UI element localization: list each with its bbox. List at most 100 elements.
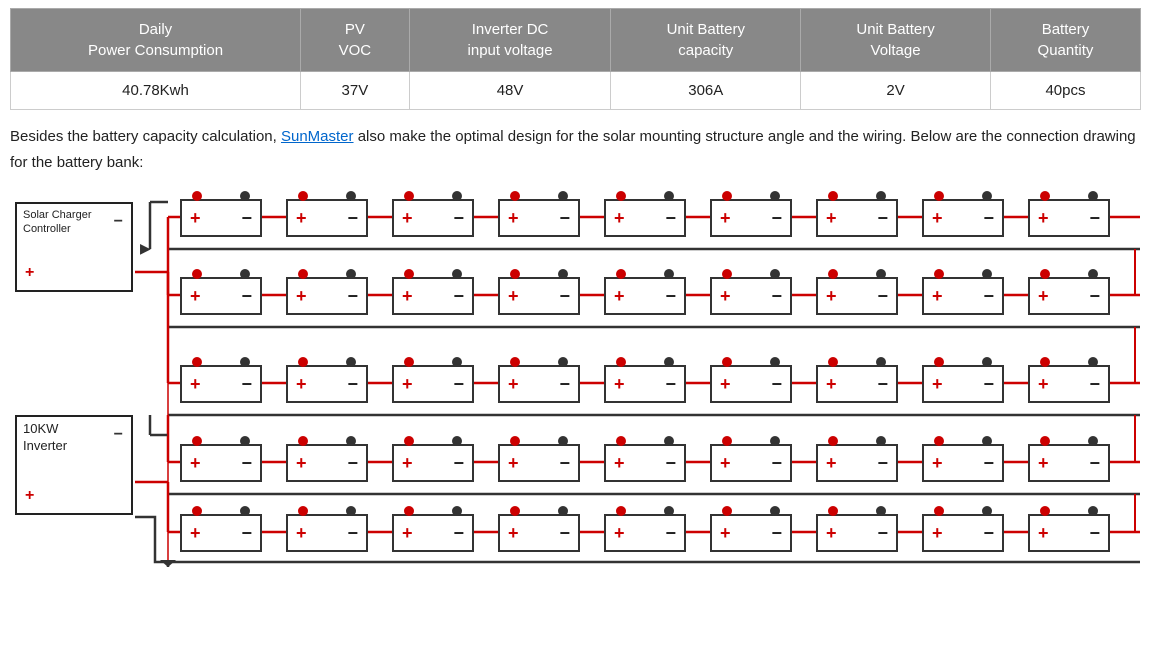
terminal-minus <box>770 357 780 367</box>
terminal-minus <box>664 436 674 446</box>
battery-minus-symbol: − <box>453 454 464 472</box>
terminal-minus <box>452 357 462 367</box>
inverter-label: 10KWInverter <box>23 421 67 453</box>
battery-plus-symbol: + <box>190 287 201 305</box>
terminal-minus <box>346 357 356 367</box>
terminal-plus <box>828 357 838 367</box>
terminal-plus <box>722 436 732 446</box>
battery-minus-symbol: − <box>347 209 358 227</box>
charger-label: Solar ChargerController <box>23 209 91 235</box>
battery-minus-symbol: − <box>241 209 252 227</box>
header-daily-power: DailyPower Consumption <box>11 9 301 72</box>
battery-plus-symbol: + <box>402 454 413 472</box>
terminal-plus <box>404 269 414 279</box>
battery-minus-symbol: − <box>559 287 570 305</box>
terminal-minus <box>346 506 356 516</box>
terminal-minus <box>452 269 462 279</box>
terminal-plus <box>404 191 414 201</box>
terminal-minus <box>770 506 780 516</box>
battery-minus-symbol: − <box>983 287 994 305</box>
battery-minus-symbol: − <box>665 454 676 472</box>
battery-plus-symbol: + <box>932 454 943 472</box>
cell-unit-battery-voltage: 2V <box>801 72 991 110</box>
battery-plus-symbol: + <box>402 287 413 305</box>
battery-minus-symbol: − <box>983 454 994 472</box>
battery-minus-symbol: − <box>771 454 782 472</box>
terminal-minus <box>1088 269 1098 279</box>
terminal-minus <box>982 191 992 201</box>
terminal-minus <box>452 436 462 446</box>
battery-minus-symbol: − <box>559 454 570 472</box>
terminal-plus <box>616 506 626 516</box>
terminal-minus <box>558 269 568 279</box>
battery-r3-c9: +− <box>1028 365 1110 403</box>
battery-r5-c6: +− <box>710 514 792 552</box>
terminal-minus <box>876 191 886 201</box>
terminal-plus <box>1040 269 1050 279</box>
battery-r5-c2: +− <box>286 514 368 552</box>
terminal-minus <box>876 506 886 516</box>
terminal-plus <box>510 357 520 367</box>
terminal-plus <box>1040 191 1050 201</box>
specs-table: DailyPower Consumption PVVOC Inverter DC… <box>10 8 1141 110</box>
battery-plus-symbol: + <box>826 209 837 227</box>
terminal-plus <box>1040 357 1050 367</box>
cell-inverter-dc: 48V <box>409 72 611 110</box>
battery-r4-c7: +− <box>816 444 898 482</box>
terminal-minus <box>982 436 992 446</box>
battery-plus-symbol: + <box>1038 524 1049 542</box>
header-unit-battery-capacity: Unit Batterycapacity <box>611 9 801 72</box>
arrow-charger: ▶ <box>140 240 151 257</box>
battery-plus-symbol: + <box>826 454 837 472</box>
battery-r3-c7: +− <box>816 365 898 403</box>
terminal-plus <box>934 269 944 279</box>
battery-minus-symbol: − <box>1089 454 1100 472</box>
battery-plus-symbol: + <box>826 524 837 542</box>
charger-plus: + <box>25 263 34 284</box>
battery-r2-c8: +− <box>922 277 1004 315</box>
battery-plus-symbol: + <box>932 524 943 542</box>
terminal-plus <box>722 357 732 367</box>
battery-minus-symbol: − <box>1089 209 1100 227</box>
battery-minus-symbol: − <box>665 375 676 393</box>
battery-minus-symbol: − <box>453 209 464 227</box>
battery-r1-c9: +− <box>1028 199 1110 237</box>
brand-name: SunMaster <box>281 128 354 145</box>
battery-plus-symbol: + <box>508 375 519 393</box>
battery-plus-symbol: + <box>720 375 731 393</box>
battery-plus-symbol: + <box>826 375 837 393</box>
battery-r5-c9: +− <box>1028 514 1110 552</box>
battery-minus-symbol: − <box>559 524 570 542</box>
terminal-plus <box>298 269 308 279</box>
battery-r3-c4: +− <box>498 365 580 403</box>
terminal-minus <box>346 191 356 201</box>
terminal-minus <box>1088 357 1098 367</box>
terminal-minus <box>240 436 250 446</box>
battery-r1-c2: +− <box>286 199 368 237</box>
battery-r1-c4: +− <box>498 199 580 237</box>
header-inverter-dc: Inverter DCinput voltage <box>409 9 611 72</box>
battery-minus-symbol: − <box>877 287 888 305</box>
terminal-minus <box>240 357 250 367</box>
battery-minus-symbol: − <box>771 287 782 305</box>
terminal-plus <box>404 506 414 516</box>
battery-r5-c5: +− <box>604 514 686 552</box>
terminal-plus <box>934 191 944 201</box>
battery-r2-c6: +− <box>710 277 792 315</box>
battery-plus-symbol: + <box>402 375 413 393</box>
terminal-plus <box>616 269 626 279</box>
terminal-plus <box>828 506 838 516</box>
inverter-minus: − <box>114 425 123 446</box>
battery-r3-c8: +− <box>922 365 1004 403</box>
battery-plus-symbol: + <box>614 524 625 542</box>
battery-minus-symbol: − <box>877 524 888 542</box>
battery-r2-c4: +− <box>498 277 580 315</box>
battery-plus-symbol: + <box>1038 375 1049 393</box>
terminal-minus <box>982 357 992 367</box>
inverter-plus: + <box>25 486 34 507</box>
battery-minus-symbol: − <box>347 454 358 472</box>
battery-minus-symbol: − <box>453 524 464 542</box>
battery-minus-symbol: − <box>1089 375 1100 393</box>
battery-minus-symbol: − <box>453 287 464 305</box>
terminal-minus <box>770 436 780 446</box>
